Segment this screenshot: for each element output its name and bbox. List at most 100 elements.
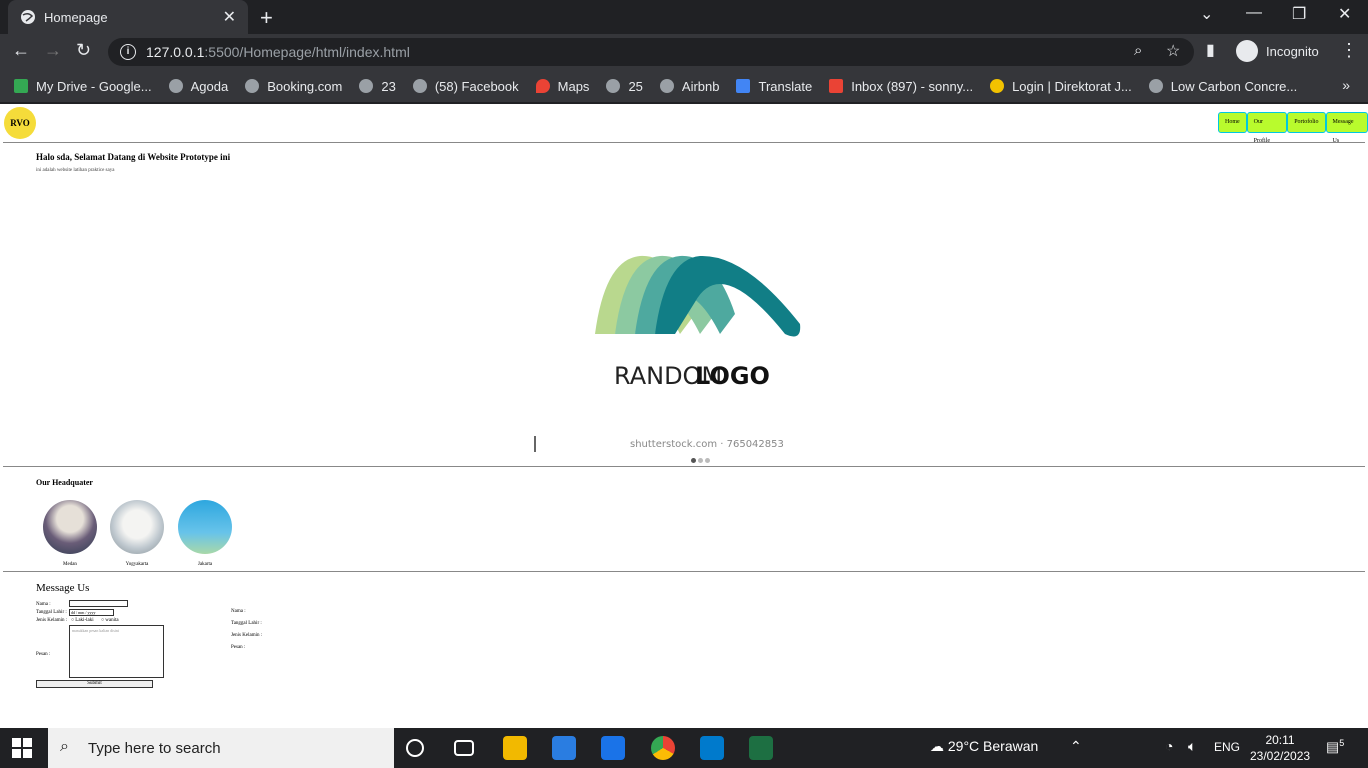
bookmark-item[interactable]: Low Carbon Concre...	[1148, 79, 1297, 94]
web-page: RVO Home Our Profile Portofolio Message …	[0, 104, 1368, 728]
random-logo-image: RANDOM LOGO shutterstock.com · 765042853	[534, 255, 801, 452]
carousel-dot[interactable]	[705, 458, 710, 463]
hq-photo	[178, 500, 232, 554]
hq-card-medan[interactable]: Medan	[42, 500, 98, 567]
mail-icon[interactable]	[601, 736, 625, 760]
bookmark-star-icon[interactable]: ☆	[1166, 41, 1180, 61]
bookmark-item[interactable]: Login | Direktorat J...	[990, 79, 1132, 94]
tab-homepage[interactable]: Homepage ✕	[8, 0, 248, 34]
weather-widget[interactable]: ☁ 29°C Berawan	[930, 738, 1038, 755]
hero-title: Halo sda, Selamat Datang di Website Prot…	[36, 152, 231, 162]
search-icon: ⌕	[60, 738, 69, 755]
taskbar-search[interactable]: ⌕ Type here to search	[48, 728, 394, 768]
task-view-icon[interactable]	[454, 740, 474, 756]
output-nama: Nama :	[231, 609, 246, 614]
globe-icon	[21, 10, 35, 24]
pesan-label: Pesan :	[36, 652, 51, 657]
logo-word-logo: LOGO	[695, 362, 770, 390]
globe-icon	[245, 79, 260, 93]
djp-icon	[990, 79, 1005, 93]
url-host: 127.0.0.1	[146, 44, 205, 60]
bookmark-item[interactable]: (58) Facebook	[412, 79, 519, 94]
radio-laki[interactable]: ○ Laki-laki	[71, 618, 94, 623]
bookmark-item[interactable]: Booking.com	[245, 79, 342, 94]
divider	[3, 466, 1365, 467]
hq-label: Medan	[63, 562, 77, 567]
file-explorer-icon[interactable]	[503, 736, 527, 760]
globe-icon	[659, 79, 674, 93]
tab-search-icon[interactable]: ⌄	[1200, 4, 1213, 24]
toolbar: ← → ↻ i 127.0.0.1 :5500/Homepage/html/in…	[0, 34, 1368, 70]
bookmark-item[interactable]: Maps	[535, 79, 589, 94]
divider	[3, 571, 1365, 572]
taskbar: ⌕ Type here to search ☁ 29°C Berawan ⌃ ◔…	[0, 728, 1368, 768]
incognito-indicator[interactable]: Incognito	[1236, 40, 1319, 62]
site-logo[interactable]: RVO	[4, 107, 36, 139]
bookmarks-bar: My Drive - Google... Agoda Booking.com 2…	[0, 70, 1368, 102]
incognito-icon	[1236, 40, 1258, 62]
hero-subtitle: ini adalah website latihan praktice saya	[36, 168, 115, 173]
tray-chevron-icon[interactable]: ⌃	[1070, 738, 1082, 755]
divider	[3, 142, 1365, 143]
nama-input[interactable]	[69, 600, 128, 607]
browser-chrome: Homepage ✕ + ⌄ — ❐ ✕ ← → ↻ i 127.0.0.1 :…	[0, 0, 1368, 104]
zoom-icon[interactable]: ⌕	[1134, 42, 1142, 59]
bookmark-item[interactable]: Agoda	[168, 79, 228, 94]
back-icon[interactable]: ←	[12, 40, 30, 61]
nav-message-us[interactable]: Message Us	[1325, 112, 1368, 144]
translate-icon	[736, 79, 751, 93]
carousel-dot[interactable]	[691, 458, 696, 463]
forward-icon[interactable]: →	[44, 40, 62, 61]
wifi-icon[interactable]: ◔	[1165, 738, 1173, 754]
nav-portofolio[interactable]: Portofolio	[1287, 112, 1326, 133]
cortana-icon[interactable]	[406, 739, 424, 757]
new-tab-button[interactable]: +	[260, 5, 273, 31]
address-bar[interactable]: i 127.0.0.1 :5500/Homepage/html/index.ht…	[108, 38, 1194, 66]
pesan-textarea[interactable]: masukkan pesan kalian disini	[69, 625, 164, 678]
submit-button[interactable]: Submit	[36, 680, 153, 688]
maps-pin-icon	[535, 79, 550, 93]
hq-photo	[43, 500, 97, 554]
date-input[interactable]: dd / mm / yyyy	[69, 609, 114, 616]
minimize-button[interactable]: —	[1246, 4, 1262, 22]
globe-icon	[359, 79, 374, 93]
carousel-dot[interactable]	[698, 458, 703, 463]
tanggal-label: Tanggal Lahir :	[36, 610, 67, 615]
volume-icon[interactable]: 🔈︎	[1188, 738, 1196, 755]
menu-icon[interactable]: ⋮	[1340, 40, 1358, 61]
bookmark-item[interactable]: Translate	[736, 79, 812, 94]
bookmark-item[interactable]: 23	[359, 79, 396, 94]
drive-icon	[14, 79, 28, 93]
nav-our-profile[interactable]: Our Profile	[1246, 112, 1288, 144]
bookmark-item[interactable]: Inbox (897) - sonny...	[829, 79, 973, 94]
bookmarks-overflow-icon[interactable]: »	[1342, 77, 1350, 93]
hq-card-yogyakarta[interactable]: Yogyakarta	[109, 500, 165, 567]
tab-title: Homepage	[44, 9, 108, 25]
bookmark-item[interactable]: My Drive - Google...	[14, 79, 152, 94]
radio-wanita[interactable]: ○ wanita	[101, 618, 119, 623]
info-icon[interactable]: i	[120, 44, 136, 60]
excel-icon[interactable]	[749, 736, 773, 760]
sidepanel-icon[interactable]: ▮	[1206, 40, 1215, 60]
bookmark-item[interactable]: 25	[606, 79, 643, 94]
notification-icon[interactable]: ▤5	[1326, 738, 1344, 756]
cloud-icon: ☁	[930, 738, 944, 754]
chrome-icon[interactable]	[651, 736, 675, 760]
vscode-icon[interactable]	[700, 736, 724, 760]
close-window-button[interactable]: ✕	[1338, 4, 1351, 24]
tab-strip: Homepage ✕ + ⌄ — ❐ ✕	[0, 0, 1368, 34]
language-indicator[interactable]: ENG	[1214, 740, 1240, 754]
image-watermark: shutterstock.com · 765042853	[630, 439, 784, 450]
hq-card-jakarta[interactable]: Jakarta	[177, 500, 233, 567]
store-icon[interactable]	[552, 736, 576, 760]
bookmark-item[interactable]: Airbnb	[659, 79, 719, 94]
globe-icon	[168, 79, 183, 93]
nav-home[interactable]: Home	[1218, 112, 1247, 133]
reload-icon[interactable]: ↻	[76, 40, 91, 61]
windows-start-icon[interactable]	[12, 738, 32, 758]
gmail-icon	[829, 79, 844, 93]
close-tab-icon[interactable]: ✕	[223, 7, 236, 27]
carousel-slide[interactable]: RANDOM LOGO shutterstock.com · 765042853	[530, 184, 820, 454]
clock[interactable]: 20:11 23/02/2023	[1250, 732, 1310, 764]
maximize-button[interactable]: ❐	[1292, 4, 1306, 24]
